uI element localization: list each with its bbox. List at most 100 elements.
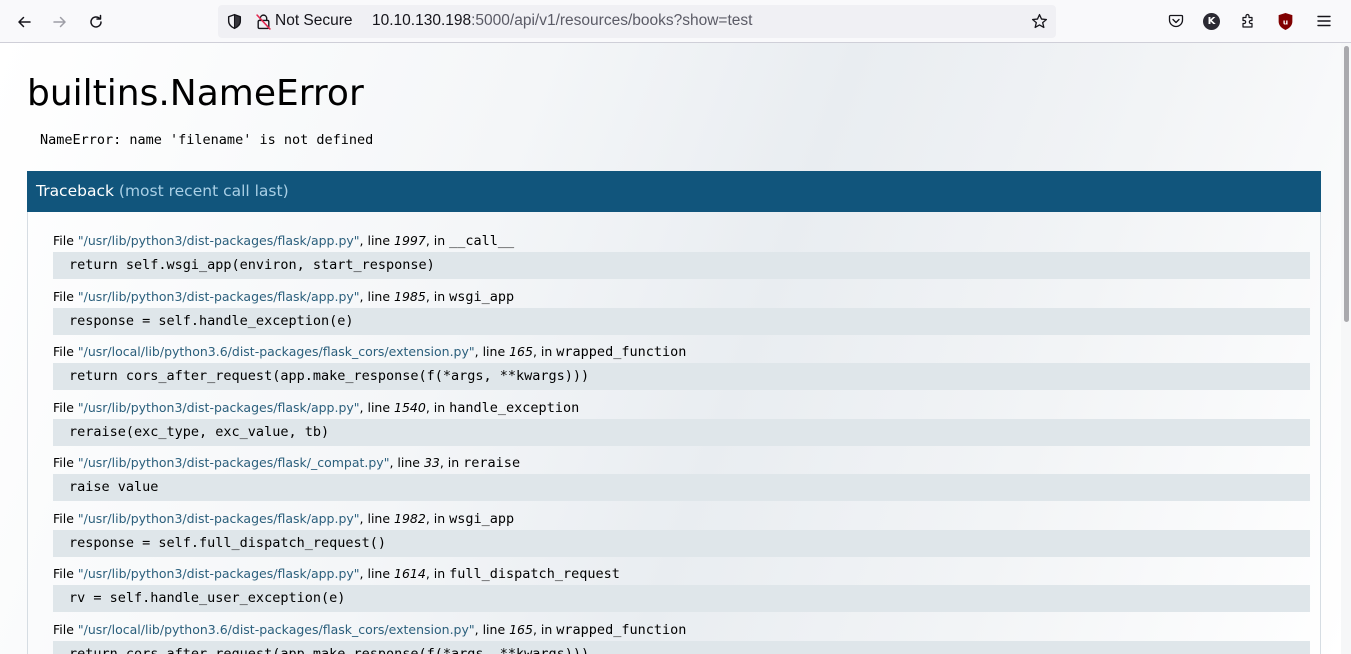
browser-toolbar: Not Secure 10.10.130.198:5000/api/v1/res… — [0, 0, 1351, 43]
file-prefix: File — [53, 233, 78, 248]
frame-code-line[interactable]: rv = self.handle_user_exception(e) — [53, 585, 1310, 612]
pocket-button[interactable] — [1167, 12, 1185, 30]
frame-file-path: "/usr/lib/python3/dist-packages/flask/ap… — [77, 233, 360, 248]
menu-button[interactable] — [1315, 12, 1333, 30]
pocket-icon — [1168, 14, 1184, 28]
frame-line-number: 33 — [423, 455, 440, 470]
in-prefix: , in — [532, 621, 557, 637]
line-prefix: , line — [474, 621, 510, 637]
file-prefix: File — [53, 344, 78, 359]
traceback-header[interactable]: Traceback (most recent call last) — [27, 171, 1321, 212]
traceback-frame[interactable]: File "/usr/local/lib/python3.6/dist-pack… — [53, 343, 1310, 390]
frame-line-number: 1982 — [394, 510, 426, 526]
frame-function-name: wrapped_function — [556, 344, 687, 360]
frame-function-name: wsgi_app — [449, 510, 515, 527]
extensions-button[interactable] — [1239, 12, 1257, 30]
insecure-lock-icon[interactable] — [255, 13, 272, 30]
frame-file-path: "/usr/lib/python3/dist-packages/flask/ap… — [77, 510, 360, 526]
puzzle-icon — [1242, 13, 1253, 28]
reload-icon — [90, 14, 102, 28]
frame-location: File "/usr/lib/python3/dist-packages/fla… — [53, 232, 1310, 250]
frame-code-line[interactable]: raise value — [53, 474, 1310, 501]
not-secure-label[interactable]: Not Secure — [275, 12, 353, 30]
traceback-frame[interactable]: File "/usr/lib/python3/dist-packages/fla… — [53, 454, 1310, 501]
file-prefix: File — [53, 621, 78, 637]
line-prefix: , line — [359, 399, 395, 415]
frame-location: File "/usr/lib/python3/dist-packages/fla… — [53, 510, 1310, 528]
frame-line-number: 1614 — [394, 566, 426, 581]
frame-location: File "/usr/lib/python3/dist-packages/fla… — [53, 565, 1310, 583]
frame-location: File "/usr/local/lib/python3.6/dist-pack… — [53, 621, 1310, 639]
in-prefix: , in — [532, 344, 557, 359]
frame-function-name: full_dispatch_request — [449, 566, 620, 582]
error-message: NameError: name 'filename' is not define… — [40, 132, 374, 148]
hamburger-menu-icon — [1317, 15, 1331, 27]
frame-line-number: 1997 — [394, 233, 426, 248]
traceback-frame[interactable]: File "/usr/local/lib/python3.6/dist-pack… — [53, 621, 1310, 654]
url-host: 10.10.130.198 — [372, 12, 472, 29]
error-title: builtins.NameError — [27, 73, 364, 114]
file-prefix: File — [53, 510, 78, 526]
frame-location: File "/usr/lib/python3/dist-packages/fla… — [53, 454, 1310, 472]
frame-function-name: __call__ — [449, 233, 515, 249]
frame-location: File "/usr/local/lib/python3.6/dist-pack… — [53, 343, 1310, 361]
traceback-frame[interactable]: File "/usr/lib/python3/dist-packages/fla… — [53, 399, 1310, 446]
frame-code-line[interactable]: response = self.full_dispatch_request() — [53, 529, 1310, 557]
line-prefix: , line — [474, 344, 510, 359]
file-prefix: File — [53, 399, 78, 415]
frame-file-path: "/usr/lib/python3/dist-packages/flask/ap… — [77, 566, 360, 581]
page-scrollbar-thumb[interactable] — [1344, 46, 1349, 322]
traceback-frame[interactable]: File "/usr/lib/python3/dist-packages/fla… — [53, 565, 1310, 612]
frame-function-name: reraise — [463, 455, 521, 471]
frame-file-path: "/usr/local/lib/python3.6/dist-packages/… — [77, 344, 475, 359]
frame-code-line[interactable]: return cors_after_request(app.make_respo… — [53, 640, 1310, 654]
in-prefix: , in — [425, 510, 450, 526]
traceback-frame[interactable]: File "/usr/lib/python3/dist-packages/fla… — [53, 510, 1310, 557]
arrow-left-icon — [18, 16, 31, 28]
frame-line-number: 165 — [509, 344, 533, 359]
frame-location: File "/usr/lib/python3/dist-packages/fla… — [53, 288, 1310, 306]
line-prefix: , line — [359, 288, 395, 304]
file-prefix: File — [53, 566, 78, 581]
frame-code-line[interactable]: response = self.handle_exception(e) — [53, 307, 1310, 335]
line-prefix: , line — [359, 566, 395, 581]
frame-code-line[interactable]: return cors_after_request(app.make_respo… — [53, 363, 1310, 390]
frame-code-line[interactable]: return self.wsgi_app(environ, start_resp… — [53, 252, 1310, 279]
traceback-sublabel: (most recent call last) — [118, 182, 289, 200]
line-prefix: , line — [359, 510, 395, 526]
frame-function-name: wsgi_app — [449, 288, 515, 305]
back-button[interactable] — [11, 9, 37, 35]
in-prefix: , in — [439, 455, 464, 470]
reload-button[interactable] — [83, 9, 109, 35]
in-prefix: , in — [425, 566, 450, 581]
bookmark-star-icon[interactable] — [1031, 13, 1048, 30]
traceback-frame[interactable]: File "/usr/lib/python3/dist-packages/fla… — [53, 232, 1310, 279]
frame-line-number: 165 — [509, 621, 533, 637]
svg-text:u: u — [1283, 18, 1288, 27]
in-prefix: , in — [425, 399, 450, 415]
frame-line-number: 1985 — [394, 288, 426, 304]
in-prefix: , in — [425, 288, 450, 304]
frame-file-path: "/usr/lib/python3/dist-packages/flask/_c… — [77, 455, 390, 470]
traceback-label: Traceback — [36, 182, 114, 200]
account-avatar[interactable]: K — [1203, 13, 1220, 30]
address-bar[interactable]: Not Secure 10.10.130.198:5000/api/v1/res… — [218, 5, 1056, 38]
traceback-frame[interactable]: File "/usr/lib/python3/dist-packages/fla… — [53, 288, 1310, 335]
frame-location: File "/usr/lib/python3/dist-packages/fla… — [53, 399, 1310, 417]
in-prefix: , in — [425, 233, 450, 248]
frame-file-path: "/usr/lib/python3/dist-packages/flask/ap… — [77, 288, 360, 304]
shield-icon[interactable] — [226, 13, 243, 30]
line-prefix: , line — [389, 455, 424, 470]
frame-code-line[interactable]: reraise(exc_type, exc_value, tb) — [53, 418, 1310, 446]
arrow-right-icon — [53, 16, 66, 28]
frame-file-path: "/usr/lib/python3/dist-packages/flask/ap… — [77, 399, 360, 415]
line-prefix: , line — [359, 233, 395, 248]
frame-file-path: "/usr/local/lib/python3.6/dist-packages/… — [77, 621, 475, 637]
ublock-origin-icon[interactable]: u — [1277, 12, 1294, 31]
file-prefix: File — [53, 455, 78, 470]
frame-line-number: 1540 — [394, 399, 426, 415]
file-prefix: File — [53, 288, 78, 304]
url-path: :5000/api/v1/resources/books?show=test — [471, 12, 753, 29]
url-text[interactable]: 10.10.130.198:5000/api/v1/resources/book… — [372, 12, 752, 30]
forward-button[interactable] — [47, 9, 73, 35]
